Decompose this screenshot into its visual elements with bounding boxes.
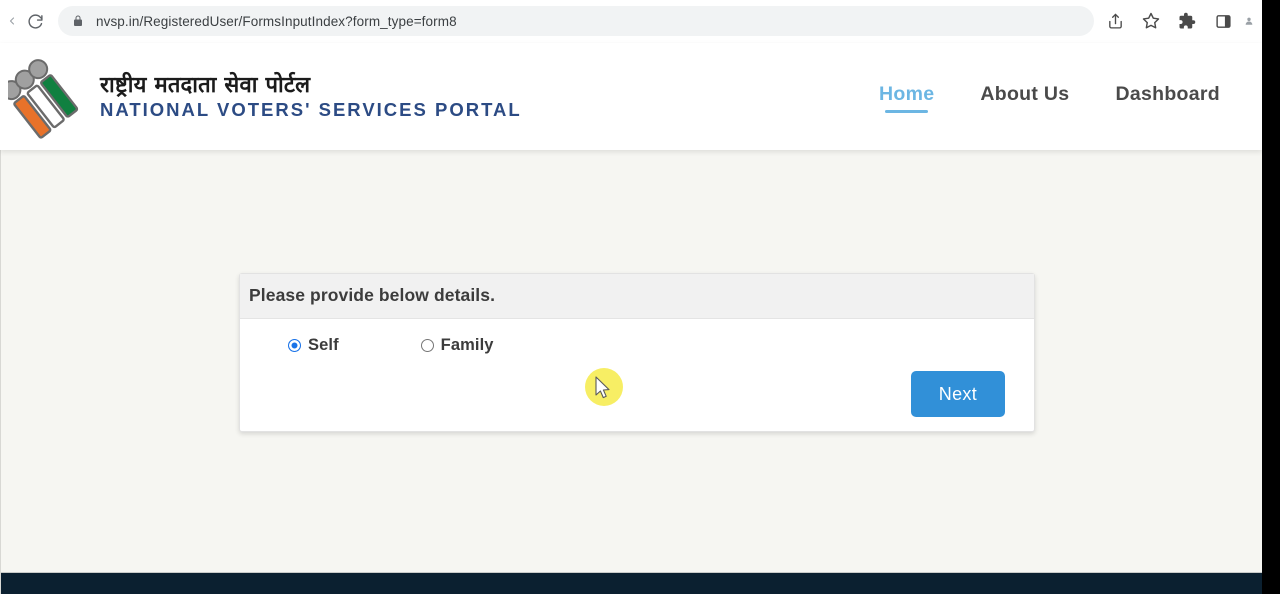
radio-option-family[interactable]: Family <box>420 336 494 355</box>
side-panel-icon[interactable] <box>1208 6 1238 36</box>
applicant-type-radio-group: Self Family <box>240 336 1034 355</box>
right-bezel <box>1262 0 1280 594</box>
brand-logo[interactable]: राष्ट्रीय मतदाता सेवा पोर्टल NATIONAL VO… <box>0 54 522 140</box>
browser-viewport: nvsp.in/RegisteredUser/FormsInputIndex?f… <box>0 0 1262 594</box>
puzzle-piece-icon[interactable] <box>1172 6 1202 36</box>
url-text: nvsp.in/RegisteredUser/FormsInputIndex?f… <box>96 13 457 29</box>
nav-item-about-us[interactable]: About Us <box>980 83 1069 113</box>
main-navigation: Home About Us Dashboard <box>879 81 1262 113</box>
radio-option-self[interactable]: Self <box>288 336 339 355</box>
lock-icon <box>72 14 86 28</box>
mouse-cursor-icon <box>595 376 610 399</box>
eci-voter-logo-icon <box>1 54 94 140</box>
nav-item-home[interactable]: Home <box>879 83 934 113</box>
site-header: राष्ट्रीय मतदाता सेवा पोर्टल NATIONAL VO… <box>0 43 1262 150</box>
nav-item-dashboard[interactable]: Dashboard <box>1115 83 1220 113</box>
browser-toolbar: nvsp.in/RegisteredUser/FormsInputIndex?f… <box>0 0 1262 43</box>
back-button[interactable] <box>4 6 18 36</box>
click-highlight-indicator <box>585 368 623 406</box>
card-header: Please provide below details. <box>240 274 1034 319</box>
brand-title-hindi: राष्ट्रीय मतदाता सेवा पोर्टल <box>100 72 311 98</box>
star-icon[interactable] <box>1136 6 1166 36</box>
navigation-buttons <box>4 6 50 36</box>
brand-title-english: NATIONAL VOTERS' SERVICES PORTAL <box>100 99 522 121</box>
radio-self-label: Self <box>308 336 339 354</box>
page-content: Please provide below details. Self Famil… <box>0 150 1262 594</box>
card-header-title: Please provide below details. <box>249 285 496 305</box>
reload-icon[interactable] <box>20 6 50 36</box>
card-body: Self Family Next <box>240 319 1034 431</box>
share-icon[interactable] <box>1100 6 1130 36</box>
next-button-wrap: Next <box>910 371 1005 417</box>
next-button[interactable]: Next <box>910 371 1005 417</box>
radio-family-label: Family <box>440 336 494 354</box>
screenshot-root: nvsp.in/RegisteredUser/FormsInputIndex?f… <box>0 0 1280 594</box>
brand-text: राष्ट्रीय मतदाता सेवा पोर्टल NATIONAL VO… <box>100 73 522 121</box>
radio-self-input[interactable] <box>288 339 301 352</box>
toolbar-actions <box>1100 6 1256 36</box>
radio-family-input[interactable] <box>420 339 434 352</box>
profile-icon[interactable] <box>1244 9 1254 33</box>
details-form-card: Please provide below details. Self Famil… <box>239 273 1035 432</box>
address-bar[interactable]: nvsp.in/RegisteredUser/FormsInputIndex?f… <box>58 6 1094 36</box>
bottom-taskbar <box>1 572 1262 594</box>
